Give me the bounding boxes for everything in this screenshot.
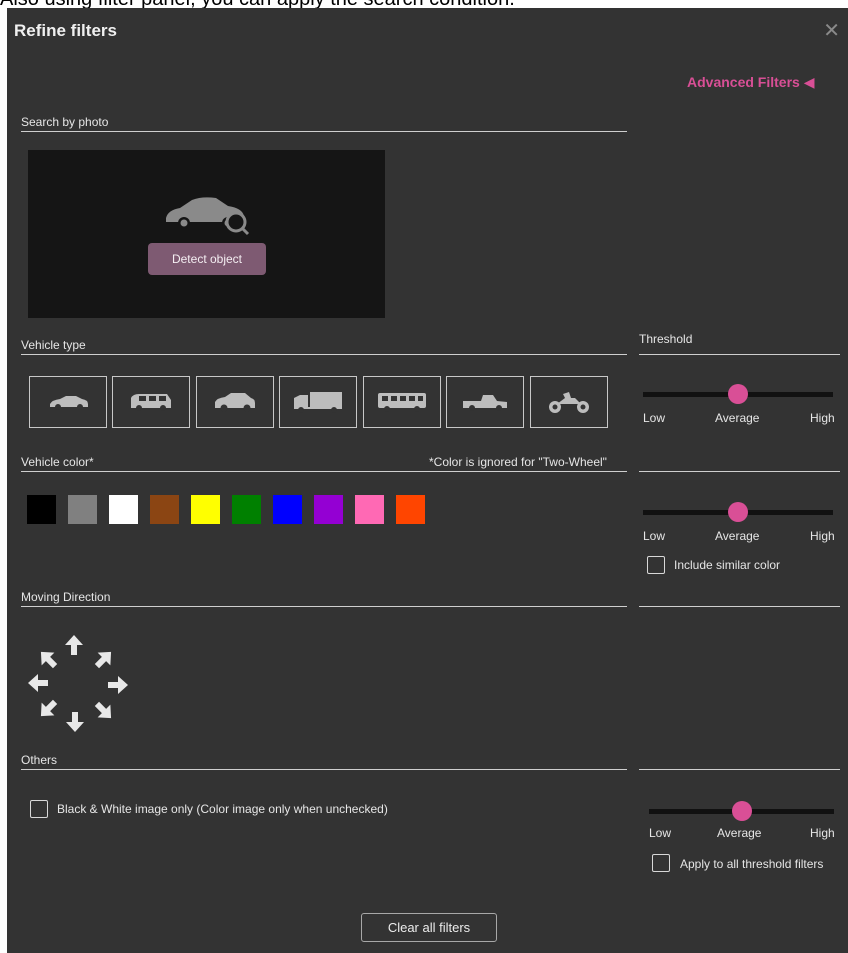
slider-low-label: Low (643, 529, 666, 543)
section-divider (21, 354, 627, 355)
arrow-up-right-icon[interactable] (93, 648, 115, 670)
section-divider (639, 354, 840, 355)
detect-object-button[interactable]: Detect object (148, 243, 266, 275)
slider-average-label: Average (717, 826, 762, 840)
bus-icon (378, 393, 426, 412)
panel-title: Refine filters (14, 21, 117, 40)
color-swatch[interactable] (191, 495, 220, 524)
vehicle-type-suv-button[interactable] (196, 376, 274, 428)
slider-thumb[interactable] (728, 502, 748, 522)
arrow-down-left-icon[interactable] (37, 698, 59, 720)
caption-text: Also using filter panel, you can apply t… (0, 0, 848, 8)
threshold-label: Threshold (639, 332, 693, 346)
arrow-right-icon[interactable] (107, 674, 129, 696)
slider-average-label: Average (715, 529, 760, 543)
vehicle-type-van-button[interactable] (112, 376, 190, 428)
truck-icon (294, 392, 342, 413)
refine-filters-panel: Refine filters ✕ Advanced Filters ◀ Sear… (7, 8, 848, 953)
color-swatch[interactable] (232, 495, 261, 524)
slider-average-label: Average (715, 411, 760, 425)
bw-only-checkbox[interactable] (30, 800, 48, 818)
section-divider (21, 471, 627, 472)
vehicle-type-pickup-button[interactable] (446, 376, 524, 428)
slider-low-label: Low (649, 826, 672, 840)
bw-only-label: Black & White image only (Color image on… (57, 802, 388, 816)
slider-high-label: High (810, 411, 835, 425)
arrow-up-icon[interactable] (63, 634, 85, 656)
include-similar-color-label: Include similar color (674, 558, 781, 572)
slider-thumb[interactable] (731, 801, 752, 821)
motorcycle-icon (549, 392, 589, 413)
apply-all-thresholds-label: Apply to all threshold filters (680, 857, 824, 871)
vehicle-color-note: *Color is ignored for "Two-Wheel" (429, 455, 607, 469)
clear-all-filters-button[interactable]: Clear all filters (361, 913, 497, 942)
pickup-icon (463, 395, 507, 411)
slider-high-label: High (810, 529, 835, 543)
arrow-down-right-icon[interactable] (93, 700, 115, 722)
arrow-up-left-icon[interactable] (37, 648, 59, 670)
vehicle-type-two-wheel-button[interactable] (530, 376, 608, 428)
color-swatch[interactable] (396, 495, 425, 524)
vehicle-type-bus-button[interactable] (363, 376, 441, 428)
color-swatch[interactable] (314, 495, 343, 524)
slider-high-label: High (810, 826, 835, 840)
vehicle-type-sedan-button[interactable] (29, 376, 107, 428)
vehicle-type-label: Vehicle type (21, 338, 86, 352)
close-icon[interactable]: ✕ (823, 18, 840, 43)
color-swatch[interactable] (273, 495, 302, 524)
section-divider (21, 606, 627, 607)
section-divider (21, 131, 627, 132)
moving-direction-label: Moving Direction (21, 590, 111, 604)
others-label: Others (21, 753, 58, 767)
arrow-down-icon[interactable] (64, 711, 86, 733)
vehicle-type-truck-button[interactable] (279, 376, 357, 428)
advanced-filters-toggle[interactable]: Advanced Filters ◀ (687, 74, 815, 91)
color-swatch[interactable] (355, 495, 384, 524)
color-swatch[interactable] (109, 495, 138, 524)
arrow-left-icon[interactable] (27, 672, 49, 694)
section-divider (639, 606, 840, 607)
slider-thumb[interactable] (728, 384, 748, 404)
section-divider (21, 769, 627, 770)
color-swatch[interactable] (150, 495, 179, 524)
car-search-icon (166, 197, 250, 236)
include-similar-color-checkbox[interactable] (647, 556, 665, 574)
section-divider (639, 769, 840, 770)
color-swatch[interactable] (27, 495, 56, 524)
apply-all-thresholds-checkbox[interactable] (652, 854, 670, 872)
caret-left-icon: ◀ (803, 74, 815, 90)
section-divider (639, 471, 840, 472)
slider-low-label: Low (643, 411, 666, 425)
sedan-icon (50, 396, 88, 410)
advanced-filters-label: Advanced Filters (687, 74, 800, 90)
van-icon (131, 394, 171, 411)
suv-icon (215, 393, 255, 412)
search-by-photo-label: Search by photo (21, 115, 109, 129)
color-swatch[interactable] (68, 495, 97, 524)
vehicle-color-label: Vehicle color* (21, 455, 94, 469)
